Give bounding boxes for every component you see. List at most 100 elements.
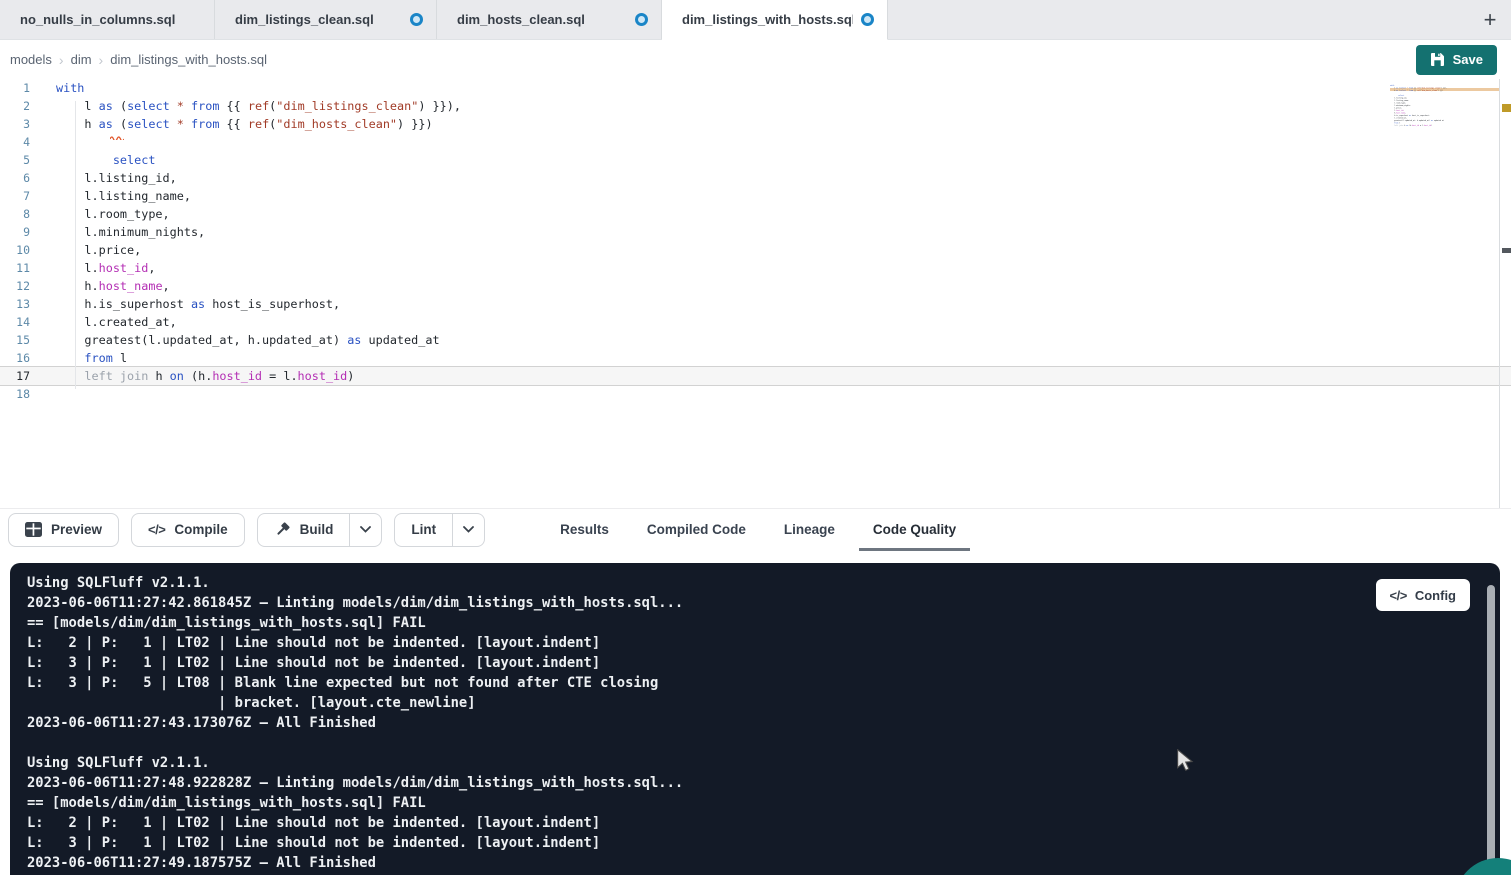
code-text: left join h on (h.host_id = l.host_id)	[56, 369, 354, 383]
minimap[interactable]: 1with2 l as (select * from {{ ref("dim_l…	[1390, 84, 1498, 138]
code-text: select	[56, 153, 155, 167]
code-line[interactable]: 15 greatest(l.updated_at, h.updated_at) …	[0, 331, 1511, 349]
code-text: l.room_type,	[56, 207, 170, 221]
line-number: 7	[0, 189, 30, 203]
compile-label: Compile	[174, 522, 227, 537]
panel-tab-results[interactable]: Results	[546, 509, 623, 551]
lint-label: Lint	[411, 522, 436, 537]
line-number: 12	[0, 279, 30, 293]
hammer-icon	[274, 521, 291, 538]
code-line[interactable]: 13 h.is_superhost as host_is_superhost,	[0, 295, 1511, 313]
code-line[interactable]: 3 h as (select * from {{ ref("dim_hosts_…	[0, 115, 1511, 133]
code-line[interactable]: 9 l.minimum_nights,	[0, 223, 1511, 241]
code-line[interactable]: 17 left join h on (h.host_id = l.host_id…	[0, 367, 1511, 385]
code-text: l.price,	[56, 243, 141, 257]
terminal-line: Using SQLFluff v2.1.1.	[27, 753, 1470, 773]
file-tab[interactable]: dim_listings_with_hosts.sql	[662, 0, 888, 40]
config-button[interactable]: </> Config	[1376, 579, 1470, 611]
lint-dropdown-button[interactable]	[453, 513, 485, 547]
build-label: Build	[300, 522, 334, 537]
chevron-down-icon	[360, 526, 371, 533]
code-text: l.minimum_nights,	[56, 225, 205, 239]
breadcrumb-item[interactable]: dim	[71, 52, 92, 67]
action-toolbar: Preview </> Compile Build	[0, 508, 1511, 550]
terminal-scrollbar[interactable]	[1487, 585, 1495, 867]
file-tab[interactable]: dim_hosts_clean.sql	[437, 0, 662, 39]
code-line[interactable]: 10 l.price,	[0, 241, 1511, 259]
editor-scrollbar-track	[1499, 79, 1500, 508]
lint-button[interactable]: Lint	[394, 513, 453, 547]
lint-split-button: Lint	[394, 513, 485, 547]
table-icon	[25, 522, 42, 537]
code-text: greatest(l.updated_at, h.updated_at) as …	[56, 333, 440, 347]
result-panel-tabs: ResultsCompiled CodeLineageCode Quality	[541, 509, 975, 551]
file-tab-label: dim_listings_with_hosts.sql	[682, 12, 853, 27]
file-tab[interactable]: dim_listings_clean.sql	[215, 0, 437, 39]
file-tab-label: dim_hosts_clean.sql	[457, 12, 585, 27]
breadcrumb-bar: models › dim › dim_listings_with_hosts.sql S…	[0, 40, 1511, 79]
breadcrumb-separator: ›	[99, 52, 104, 68]
code-line[interactable]: 18	[1390, 127, 1498, 130]
code-text: h as (select * from {{ ref("dim_hosts_cl…	[1390, 89, 1443, 91]
terminal-line: L: 3 | P: 5 | LT08 | Blank line expected…	[27, 673, 1470, 693]
terminal-line: L: 3 | P: 1 | LT02 | Line should not be …	[27, 833, 1470, 853]
code-text: l.listing_name,	[56, 189, 191, 203]
preview-button[interactable]: Preview	[8, 513, 119, 547]
terminal-line: L: 2 | P: 1 | LT02 | Line should not be …	[27, 813, 1470, 833]
panel-tab-code-quality[interactable]: Code Quality	[859, 509, 970, 551]
code-line[interactable]: 2 l as (select * from {{ ref("dim_listin…	[0, 97, 1511, 115]
code-line[interactable]: 4	[0, 133, 1511, 151]
terminal-line: 2023-06-06T11:27:42.861845Z – Linting mo…	[27, 593, 1470, 613]
code-line[interactable]: 1with	[0, 79, 1511, 97]
breadcrumb-item[interactable]: models	[10, 52, 52, 67]
preview-label: Preview	[51, 522, 102, 537]
breadcrumb-item[interactable]: dim_listings_with_hosts.sql	[110, 52, 267, 67]
line-number: 2	[0, 99, 30, 113]
build-dropdown-button[interactable]	[350, 513, 382, 547]
file-tab-label: no_nulls_in_columns.sql	[20, 12, 175, 27]
dbt-cloud-ide: no_nulls_in_columns.sql dim_listings_clea…	[0, 0, 1511, 875]
code-line[interactable]: 18	[0, 385, 1511, 403]
code-line[interactable]: 7 l.listing_name,	[0, 187, 1511, 205]
file-tab-label: dim_listings_clean.sql	[235, 12, 374, 27]
code-lines: 1with2 l as (select * from {{ ref("dim_l…	[1390, 84, 1498, 129]
save-icon	[1430, 52, 1445, 67]
new-tab-button[interactable]: +	[1469, 0, 1511, 39]
file-tab[interactable]: no_nulls_in_columns.sql	[0, 0, 215, 39]
line-number: 10	[0, 243, 30, 257]
unsaved-changes-dot-icon	[410, 13, 423, 26]
code-line[interactable]: 16 from l	[0, 349, 1511, 367]
line-number: 4	[0, 135, 30, 149]
file-tab-bar: no_nulls_in_columns.sql dim_listings_clea…	[0, 0, 1511, 40]
line-number: 5	[0, 153, 30, 167]
lint-warning-marker[interactable]	[1502, 104, 1511, 112]
terminal-line: Using SQLFluff v2.1.1.	[27, 573, 1470, 593]
unsaved-changes-dot-icon	[861, 13, 874, 26]
terminal-line: 2023-06-06T11:27:49.187575Z – All Finish…	[27, 853, 1470, 873]
scroll-position-marker[interactable]	[1502, 248, 1511, 253]
line-number: 13	[0, 297, 30, 311]
panel-tab-lineage[interactable]: Lineage	[770, 509, 849, 551]
code-line[interactable]: 12 h.host_name,	[0, 277, 1511, 295]
code-text: h as (select * from {{ ref("dim_hosts_cl…	[56, 117, 433, 131]
code-line[interactable]: 5 select	[0, 151, 1511, 169]
compile-button[interactable]: </> Compile	[131, 513, 245, 547]
code-editor[interactable]: 1with2 l as (select * from {{ ref("dim_l…	[0, 79, 1511, 508]
build-split-button: Build	[257, 513, 383, 547]
code-line[interactable]: 14 l.created_at,	[0, 313, 1511, 331]
terminal-line	[27, 733, 1470, 753]
line-number: 6	[0, 171, 30, 185]
save-button-label: Save	[1453, 52, 1483, 67]
panel-tab-compiled-code[interactable]: Compiled Code	[633, 509, 760, 551]
breadcrumb-separator: ›	[59, 52, 64, 68]
code-line[interactable]: 11 l.host_id,	[0, 259, 1511, 277]
code-icon: </>	[1390, 588, 1407, 603]
code-line[interactable]: 6 l.listing_id,	[0, 169, 1511, 187]
build-button[interactable]: Build	[257, 513, 351, 547]
code-line[interactable]: 8 l.room_type,	[0, 205, 1511, 223]
code-text: l as (select * from {{ ref("dim_listings…	[56, 99, 461, 113]
terminal-line: L: 2 | P: 1 | LT02 | Line should not be …	[27, 633, 1470, 653]
line-number: 1	[0, 81, 30, 95]
config-label: Config	[1415, 588, 1456, 603]
save-button[interactable]: Save	[1416, 45, 1497, 75]
